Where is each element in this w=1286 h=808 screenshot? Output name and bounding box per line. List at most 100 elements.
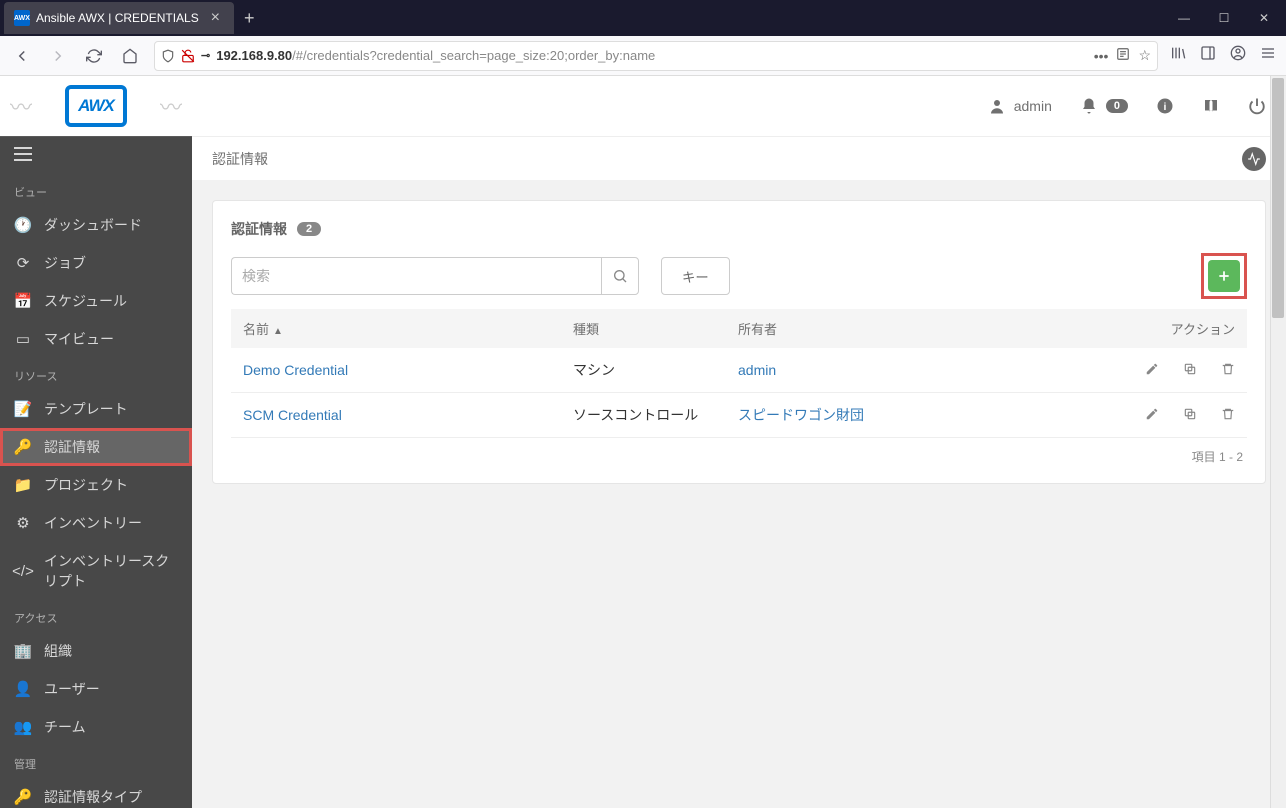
col-name[interactable]: 名前▲ — [243, 319, 573, 338]
search-group — [231, 257, 639, 295]
account-icon[interactable] — [1230, 45, 1246, 66]
maximize-icon[interactable]: ☐ — [1214, 8, 1234, 28]
reload-button[interactable] — [82, 44, 106, 68]
copy-icon[interactable] — [1183, 362, 1197, 379]
panel-icon: ▭ — [14, 330, 32, 348]
reader-icon[interactable] — [1116, 47, 1130, 64]
edit-icon[interactable] — [1145, 407, 1159, 424]
panel-title: 認証情報 — [231, 219, 287, 239]
insecure-icon[interactable] — [181, 49, 195, 63]
activity-icon[interactable] — [1242, 147, 1266, 171]
scrollbar[interactable] — [1270, 76, 1286, 808]
app-root: 〰 AWX 〰 ビュー 🕐ダッシュボード ⟳ジョブ 📅スケジュール ▭マイビュー… — [0, 76, 1286, 808]
table-row: Demo Credential マシン admin — [231, 348, 1247, 393]
close-window-icon[interactable]: ✕ — [1254, 8, 1274, 28]
home-button[interactable] — [118, 44, 142, 68]
minimize-icon[interactable]: — — [1174, 8, 1194, 28]
key-icon[interactable]: ⊸ — [201, 49, 210, 62]
credtype-icon: 🔑 — [14, 788, 32, 806]
username: admin — [1014, 98, 1052, 114]
pagination-summary: 項目 1 - 2 — [231, 438, 1247, 465]
url-bar[interactable]: ⊸ 192.168.9.80/#/credentials?credential_… — [154, 41, 1158, 71]
template-icon: 📝 — [14, 400, 32, 418]
key-icon: 🔑 — [14, 438, 32, 456]
sidebar-item-myview[interactable]: ▭マイビュー — [0, 320, 192, 358]
script-icon: </> — [14, 563, 32, 580]
item-count: 2 — [297, 222, 321, 236]
library-icon[interactable] — [1170, 45, 1186, 66]
main: admin 0 i 認証情報 認証 — [192, 76, 1286, 808]
info-button[interactable]: i — [1156, 97, 1174, 115]
sidebar-item-users[interactable]: 👤ユーザー — [0, 670, 192, 708]
tab-bar: AWX Ansible AWX | CREDENTIALS × + — ☐ ✕ — [0, 0, 1286, 36]
section-admin: 管理 — [0, 746, 192, 778]
user-menu[interactable]: admin — [988, 97, 1052, 115]
wing-left-icon: 〰 — [10, 90, 32, 122]
inventory-icon: ⚙ — [14, 514, 32, 532]
more-icon[interactable]: ••• — [1094, 48, 1109, 64]
shield-icon[interactable] — [161, 49, 175, 63]
owner-link[interactable]: スピードワゴン財団 — [738, 407, 864, 423]
breadcrumb: 認証情報 — [212, 149, 268, 169]
new-tab-button[interactable]: + — [234, 8, 265, 29]
calendar-icon: 📅 — [14, 292, 32, 310]
svg-text:i: i — [1164, 101, 1167, 113]
table-row: SCM Credential ソースコントロール スピードワゴン財団 — [231, 393, 1247, 438]
awx-logo-text: AWX — [65, 85, 127, 127]
sidebar-item-dashboard[interactable]: 🕐ダッシュボード — [0, 206, 192, 244]
browser-tab[interactable]: AWX Ansible AWX | CREDENTIALS × — [4, 2, 234, 34]
notifications[interactable]: 0 — [1080, 97, 1128, 115]
forward-button[interactable] — [46, 44, 70, 68]
key-button[interactable]: キー — [661, 257, 730, 295]
tab-close-icon[interactable]: × — [207, 9, 224, 27]
dashboard-icon: 🕐 — [14, 216, 32, 234]
delete-icon[interactable] — [1221, 407, 1235, 424]
sidebar-item-credential-types[interactable]: 🔑認証情報タイプ — [0, 778, 192, 808]
copy-icon[interactable] — [1183, 407, 1197, 424]
col-type[interactable]: 種類 — [573, 319, 738, 338]
hamburger-icon[interactable] — [14, 147, 32, 164]
owner-link[interactable]: admin — [738, 362, 776, 378]
url-text: 192.168.9.80/#/credentials?credential_se… — [216, 48, 1088, 63]
sidebar-item-credentials[interactable]: 🔑認証情報 — [0, 428, 192, 466]
sidebar-item-schedules[interactable]: 📅スケジュール — [0, 282, 192, 320]
edit-icon[interactable] — [1145, 362, 1159, 379]
credential-name-link[interactable]: Demo Credential — [243, 362, 348, 378]
credential-type: ソースコントロール — [573, 405, 738, 425]
wing-right-icon: 〰 — [160, 90, 182, 122]
section-resources: リソース — [0, 358, 192, 390]
menu-icon[interactable] — [1260, 45, 1276, 66]
sidebar-item-organizations[interactable]: 🏢組織 — [0, 632, 192, 670]
sidebar: 〰 AWX 〰 ビュー 🕐ダッシュボード ⟳ジョブ 📅スケジュール ▭マイビュー… — [0, 76, 192, 808]
scroll-thumb[interactable] — [1272, 78, 1284, 318]
breadcrumb-bar: 認証情報 — [192, 136, 1286, 180]
browser-chrome: AWX Ansible AWX | CREDENTIALS × + — ☐ ✕ — [0, 0, 1286, 76]
back-button[interactable] — [10, 44, 34, 68]
add-button[interactable] — [1208, 260, 1240, 292]
folder-icon: 📁 — [14, 476, 32, 494]
sidebar-item-templates[interactable]: 📝テンプレート — [0, 390, 192, 428]
sort-asc-icon: ▲ — [273, 326, 283, 337]
sidebar-item-projects[interactable]: 📁プロジェクト — [0, 466, 192, 504]
sidebar-item-jobs[interactable]: ⟳ジョブ — [0, 244, 192, 282]
logo[interactable]: 〰 AWX 〰 — [0, 76, 192, 136]
bookmark-icon[interactable]: ☆ — [1138, 47, 1151, 64]
top-header: admin 0 i — [192, 76, 1286, 136]
credential-name-link[interactable]: SCM Credential — [243, 407, 342, 423]
sidebar-item-inventories[interactable]: ⚙インベントリー — [0, 504, 192, 542]
logout-button[interactable] — [1248, 97, 1266, 115]
search-input[interactable] — [231, 257, 601, 295]
delete-icon[interactable] — [1221, 362, 1235, 379]
sidebar-icon[interactable] — [1200, 45, 1216, 66]
col-actions: アクション — [1085, 319, 1235, 338]
add-button-highlight — [1201, 253, 1247, 299]
sidebar-item-inventory-scripts[interactable]: </>インベントリースクリプト — [0, 542, 192, 600]
docs-button[interactable] — [1202, 97, 1220, 115]
credentials-table: 名前▲ 種類 所有者 アクション Demo Credential マシン adm… — [231, 309, 1247, 438]
nav-bar: ⊸ 192.168.9.80/#/credentials?credential_… — [0, 36, 1286, 76]
sidebar-item-teams[interactable]: 👥チーム — [0, 708, 192, 746]
search-button[interactable] — [601, 257, 639, 295]
col-owner[interactable]: 所有者 — [738, 319, 1085, 338]
section-access: アクセス — [0, 600, 192, 632]
section-view: ビュー — [0, 174, 192, 206]
